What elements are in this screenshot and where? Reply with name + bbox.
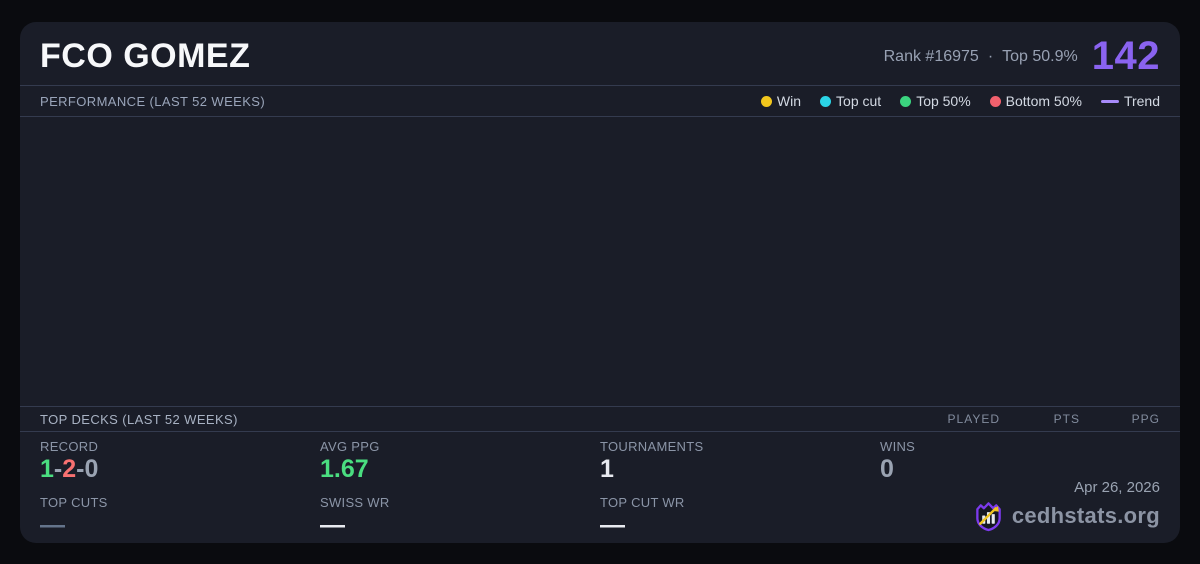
- stat-avg-ppg: AVG PPG 1.67: [320, 432, 600, 488]
- legend-item-trend: Trend: [1100, 93, 1160, 109]
- top-decks-header-row: TOP DECKS (LAST 52 WEEKS) PLAYED PTS PPG: [20, 407, 1180, 432]
- stat-top-cuts: TOP CUTS —: [40, 488, 320, 544]
- tournaments-value: 1: [600, 455, 614, 483]
- legend-item-bottom-50: Bottom 50%: [989, 93, 1082, 109]
- legend-item-win: Win: [760, 93, 802, 109]
- rank-line: Rank #16975 · Top 50.9%: [884, 48, 1078, 66]
- stat-label: RECORD: [40, 439, 99, 454]
- legend-label: Top 50%: [916, 93, 971, 109]
- header-right: Rank #16975 · Top 50.9% 142: [884, 34, 1160, 79]
- performance-chart: [20, 117, 1180, 407]
- record-wins: 1: [40, 455, 54, 483]
- dot-separator: ·: [987, 47, 994, 65]
- stat-label: TOURNAMENTS: [600, 439, 704, 454]
- win-dot-icon: [760, 95, 772, 107]
- brand-row: cedhstats.org: [973, 499, 1160, 533]
- stat-record: RECORD 1-2-0: [40, 432, 320, 488]
- trend-line-icon: [1100, 99, 1119, 103]
- top-decks-column-headers: PLAYED PTS PPG: [920, 412, 1160, 426]
- score-value: 142: [1091, 34, 1160, 78]
- top-cut-dot-icon: [820, 95, 832, 107]
- top-cuts-value: —: [40, 510, 65, 539]
- top-cut-wr-value: —: [600, 510, 625, 539]
- stat-label: TOP CUTS: [40, 494, 108, 510]
- column-header-ppg: PPG: [1131, 412, 1160, 426]
- stat-label: TOP CUT WR: [600, 494, 685, 510]
- chart-legend: Win Top cut Top 50% Bottom 50% Trend: [760, 93, 1160, 109]
- cedhstats-logo-icon: [976, 502, 1001, 532]
- stat-swiss-wr: SWISS WR —: [320, 488, 600, 544]
- bottom-50-dot-icon: [989, 95, 1001, 107]
- stat-label: SWISS WR: [320, 494, 390, 510]
- record-value: 1-2-0: [40, 455, 320, 484]
- rank-text: Rank #16975: [883, 47, 979, 65]
- stat-top-cut-wr: TOP CUT WR —: [600, 488, 880, 544]
- top-percent-text: Top 50.9%: [1002, 47, 1078, 65]
- stats-grid: RECORD 1-2-0 AVG PPG 1.67 TOURNAMENTS 1 …: [20, 432, 1180, 543]
- player-stats-card: FCO GOMEZ Rank #16975 · Top 50.9% 142 PE…: [20, 22, 1180, 543]
- stat-label: WINS: [880, 439, 916, 454]
- performance-section-title: PERFORMANCE (LAST 52 WEEKS): [40, 93, 266, 109]
- top-decks-section-title: TOP DECKS (LAST 52 WEEKS): [40, 411, 238, 427]
- stat-label: AVG PPG: [320, 439, 380, 454]
- legend-label: Bottom 50%: [1005, 93, 1082, 109]
- avg-ppg-value: 1.67: [320, 455, 369, 483]
- record-draws: 0: [84, 455, 99, 483]
- top-50-dot-icon: [900, 95, 912, 107]
- column-header-pts: PTS: [1053, 412, 1080, 426]
- column-header-played: PLAYED: [947, 412, 1000, 426]
- legend-item-top-cut: Top cut: [820, 93, 881, 109]
- swiss-wr-value: —: [320, 510, 345, 539]
- legend-label: Top cut: [836, 93, 882, 109]
- legend-label: Trend: [1123, 93, 1160, 109]
- performance-header-row: PERFORMANCE (LAST 52 WEEKS) Win Top cut …: [20, 86, 1180, 117]
- date-text: Apr 26, 2026: [1074, 479, 1160, 496]
- stat-tournaments: TOURNAMENTS 1: [600, 432, 880, 488]
- record-losses: 2: [62, 455, 77, 483]
- card-footer: Apr 26, 2026 cedhstats.org: [973, 479, 1160, 533]
- legend-item-top-50: Top 50%: [900, 93, 971, 109]
- record-separator: -: [53, 455, 63, 483]
- brand-text: cedhstats.org: [1011, 503, 1160, 528]
- page-title: FCO GOMEZ: [40, 37, 251, 75]
- legend-label: Win: [776, 93, 802, 109]
- card-header: FCO GOMEZ Rank #16975 · Top 50.9% 142: [20, 22, 1180, 86]
